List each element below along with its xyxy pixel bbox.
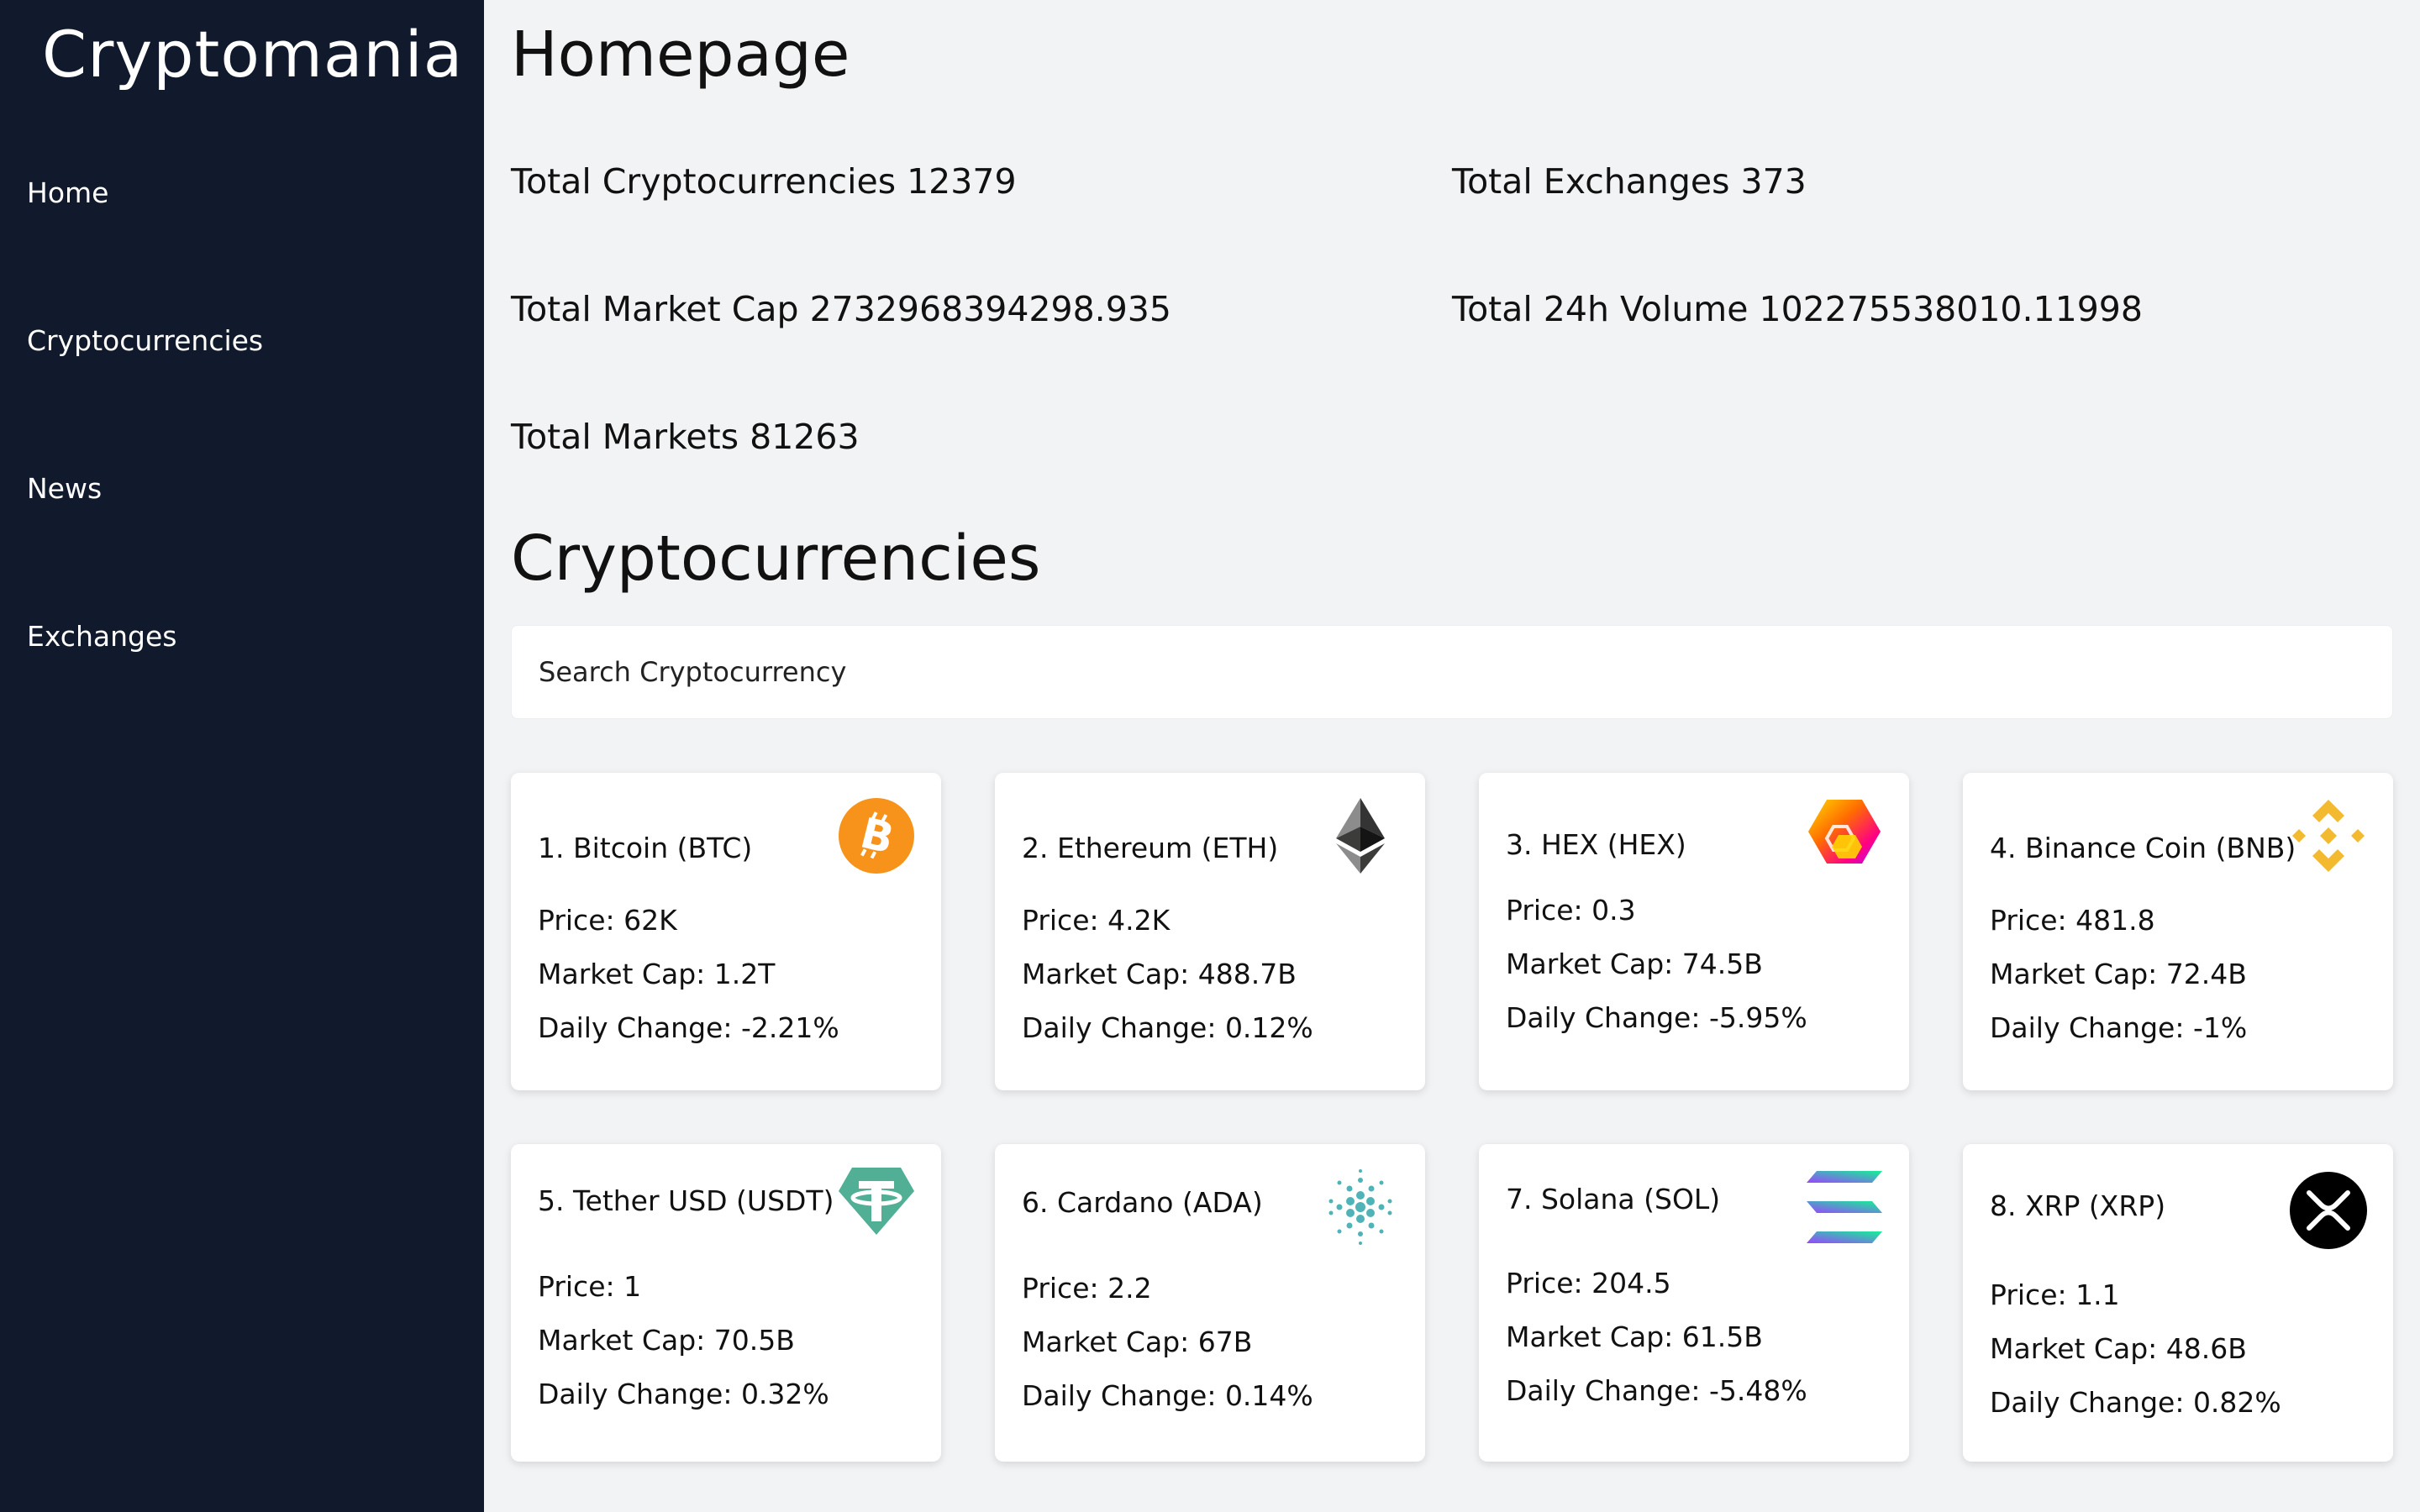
coin-card-binance-coin[interactable]: 4. Binance Coin (BNB) Price: 481.8 Marke… [1963, 773, 2393, 1090]
coin-daily-change: Daily Change: 0.12% [1022, 1011, 1313, 1044]
app-brand-title[interactable]: Cryptomania [42, 17, 463, 92]
stat-total-markets: Total Markets 81263 [511, 417, 860, 457]
sidebar-item-news[interactable]: News [27, 472, 102, 505]
coin-title: 1. Bitcoin (BTC) [538, 832, 753, 864]
coin-card-hex[interactable]: 3. HEX (HEX) Price: 0.3 Market Cap: 74.5… [1479, 773, 1909, 1090]
search-input[interactable] [512, 626, 2392, 718]
homepage-title: Homepage [511, 18, 850, 91]
coin-market-cap: Market Cap: 72.4B [1990, 958, 2247, 990]
coin-price: Price: 62K [538, 904, 677, 937]
coin-daily-change: Daily Change: -2.21% [538, 1011, 839, 1044]
coin-card-xrp[interactable]: 8. XRP (XRP) Price: 1.1 Market Cap: 48.6… [1963, 1144, 2393, 1462]
coin-daily-change: Daily Change: -5.48% [1506, 1374, 1807, 1407]
coin-market-cap: Market Cap: 1.2T [538, 958, 776, 990]
coin-title: 8. XRP (XRP) [1990, 1189, 2166, 1222]
cardano-icon [1328, 1169, 1392, 1245]
coin-daily-change: Daily Change: 0.82% [1990, 1386, 2281, 1419]
stat-total-cryptocurrencies: Total Cryptocurrencies 12379 [511, 161, 1017, 202]
coin-card-tether[interactable]: 5. Tether USD (USDT) Price: 1 Market Cap… [511, 1144, 941, 1462]
coin-daily-change: Daily Change: -5.95% [1506, 1001, 1807, 1034]
tether-icon [839, 1168, 914, 1235]
sidebar-item-cryptocurrencies[interactable]: Cryptocurrencies [27, 324, 263, 357]
sidebar-item-exchanges[interactable]: Exchanges [27, 620, 176, 653]
sidebar: Cryptomania Home Cryptocurrencies News E… [0, 0, 484, 1512]
binance-icon [2292, 800, 2365, 872]
coin-card-cardano[interactable]: 6. Cardano (ADA) Price: 2.2 Market Cap: … [995, 1144, 1425, 1462]
coin-title: 7. Solana (SOL) [1506, 1183, 1721, 1215]
stat-total-24h-volume: Total 24h Volume 102275538010.11998 [1452, 289, 2143, 329]
coin-price: Price: 204.5 [1506, 1267, 1671, 1299]
coin-price: Price: 481.8 [1990, 904, 2155, 937]
cryptocurrencies-title: Cryptocurrencies [511, 522, 1041, 595]
coin-title: 5. Tether USD (USDT) [538, 1184, 834, 1217]
coin-market-cap: Market Cap: 74.5B [1506, 948, 1763, 980]
coin-daily-change: Daily Change: -1% [1990, 1011, 2248, 1044]
search-box [511, 625, 2393, 719]
coin-title: 6. Cardano (ADA) [1022, 1186, 1263, 1219]
coin-daily-change: Daily Change: 0.32% [538, 1378, 829, 1410]
solana-icon [1807, 1171, 1882, 1243]
ethereum-icon [1336, 798, 1385, 874]
coin-price: Price: 1 [538, 1270, 642, 1303]
coin-price: Price: 2.2 [1022, 1272, 1152, 1305]
sidebar-item-home[interactable]: Home [27, 176, 108, 209]
bitcoin-icon: B [839, 798, 914, 874]
xrp-icon [2290, 1172, 2367, 1249]
coin-title: 2. Ethereum (ETH) [1022, 832, 1279, 864]
coin-title: 4. Binance Coin (BNB) [1990, 832, 2296, 864]
coin-card-solana[interactable]: 7. Solana (SOL) Price: 204.5 Market Cap:… [1479, 1144, 1909, 1462]
stat-total-exchanges: Total Exchanges 373 [1452, 161, 1807, 202]
coin-daily-change: Daily Change: 0.14% [1022, 1379, 1313, 1412]
coin-market-cap: Market Cap: 67B [1022, 1326, 1253, 1358]
coin-market-cap: Market Cap: 61.5B [1506, 1320, 1763, 1353]
main-content: Homepage Total Cryptocurrencies 12379 To… [484, 0, 2420, 1512]
coin-price: Price: 1.1 [1990, 1278, 2120, 1311]
coin-card-ethereum[interactable]: 2. Ethereum (ETH) Price: 4.2K Market Cap… [995, 773, 1425, 1090]
coin-market-cap: Market Cap: 48.6B [1990, 1332, 2247, 1365]
coin-market-cap: Market Cap: 488.7B [1022, 958, 1297, 990]
coin-market-cap: Market Cap: 70.5B [538, 1324, 795, 1357]
coin-title: 3. HEX (HEX) [1506, 828, 1686, 861]
stat-total-market-cap: Total Market Cap 2732968394298.935 [511, 289, 1171, 329]
coin-card-bitcoin[interactable]: 1. Bitcoin (BTC) B Price: 62K Market Cap… [511, 773, 941, 1090]
hex-icon [1808, 800, 1881, 864]
coin-price: Price: 4.2K [1022, 904, 1171, 937]
coin-price: Price: 0.3 [1506, 894, 1636, 927]
